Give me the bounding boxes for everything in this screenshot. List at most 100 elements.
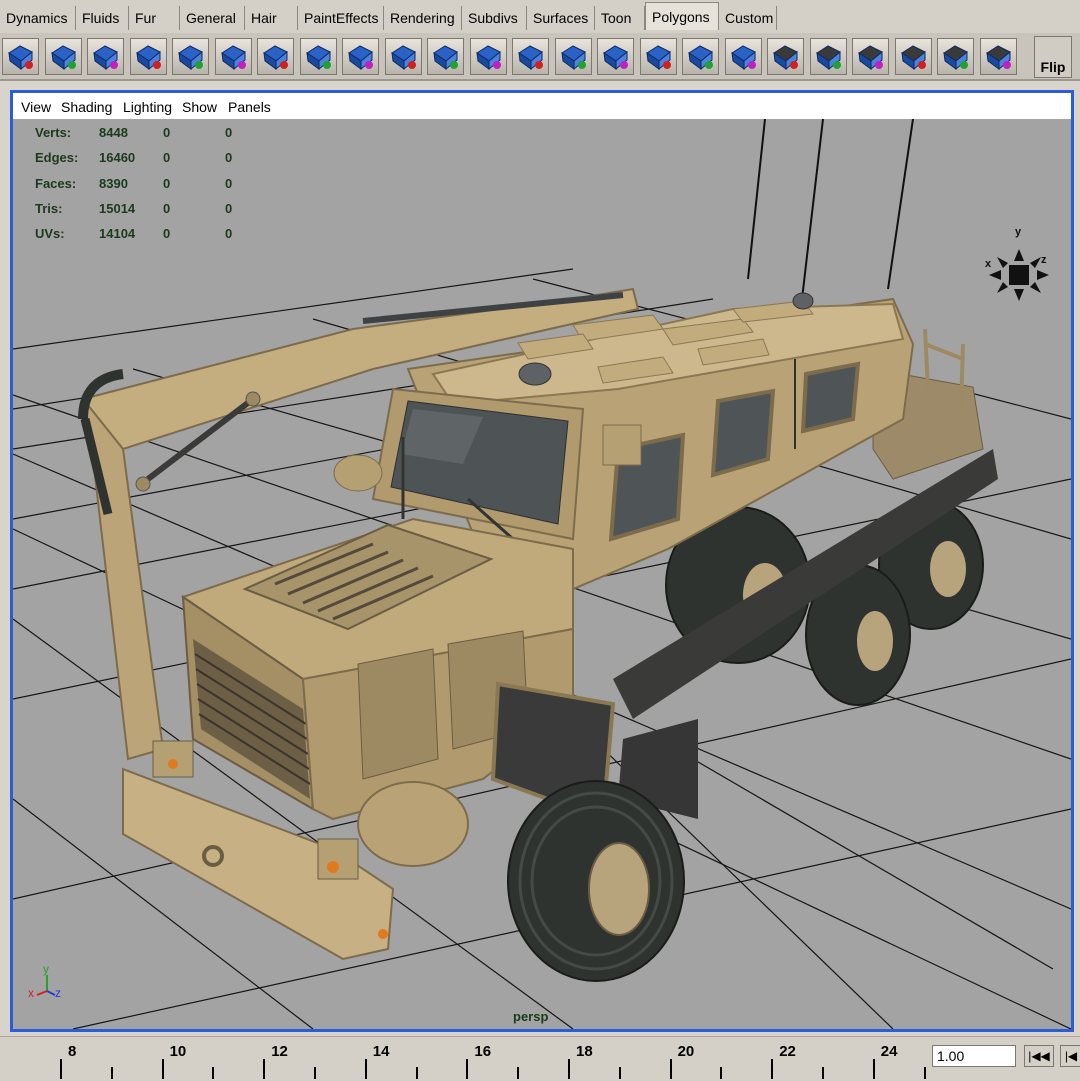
combine-icon[interactable]: [87, 38, 124, 75]
shelf-tab-general[interactable]: General: [180, 6, 245, 30]
shelf-icon-bar: Flip: [0, 33, 1080, 81]
frame-tick: [872, 1059, 875, 1079]
menu-show[interactable]: Show: [182, 99, 217, 115]
cylindrical-map-icon[interactable]: [852, 38, 889, 75]
frame-tick: [568, 1059, 570, 1079]
hud-label: Edges:: [35, 150, 79, 166]
axis-x-label: x: [28, 986, 34, 1000]
frame-number: 20: [677, 1043, 695, 1060]
poke-icon[interactable]: [384, 38, 422, 75]
wedge-icon[interactable]: [342, 38, 379, 75]
hud-value: 15014: [99, 200, 136, 216]
step-back-button[interactable]: |◀: [1060, 1045, 1080, 1067]
extract-icon[interactable]: [44, 38, 82, 75]
move-uv-icon[interactable]: [724, 38, 762, 75]
planar-map-icon[interactable]: [767, 38, 804, 75]
frame-number: 12: [271, 1043, 288, 1060]
frame-number: 18: [576, 1043, 593, 1060]
shelf-tab-toon[interactable]: Toon: [595, 6, 645, 30]
frame-number: 8: [68, 1043, 77, 1060]
hud-label: Faces:: [35, 175, 77, 191]
panel-menu-bar: View Shading Lighting Show Panels: [13, 93, 1071, 119]
menu-view[interactable]: View: [21, 99, 51, 115]
hud-value: 0: [225, 125, 233, 140]
frame-number: 22: [779, 1043, 796, 1060]
shelf-tab-hair[interactable]: Hair: [245, 6, 298, 30]
hud-label: UVs:: [35, 226, 65, 242]
time-slider[interactable]: |◀◀ |◀ 8 10 12 14 16 18 20 22 24: [0, 1036, 1080, 1081]
shelf-tab-polygons[interactable]: Polygons: [645, 2, 719, 30]
axis-gizmo: [36, 975, 56, 996]
smooth-icon[interactable]: [172, 38, 209, 75]
hud-value: 0: [163, 226, 171, 242]
camera-name-label: persp: [513, 1009, 549, 1024]
hud-value: 0: [225, 226, 233, 242]
scene-render[interactable]: y x z y x z: [13, 119, 1071, 1029]
menu-shading[interactable]: Shading: [61, 99, 112, 115]
duplicate-face-icon[interactable]: [427, 38, 464, 75]
frame-tick: [822, 1067, 824, 1079]
sphere-select-icon[interactable]: [2, 38, 39, 75]
frame-tick: [364, 1059, 367, 1079]
uv-snapshot-icon[interactable]: [937, 38, 974, 75]
frame-tick: [110, 1067, 113, 1079]
poly-cube-icon[interactable]: [129, 38, 167, 75]
frame-tick: [314, 1067, 316, 1079]
split-polygon-icon[interactable]: [257, 38, 294, 75]
compass-x-label: x: [985, 258, 992, 270]
axis-y-label: y: [43, 962, 49, 976]
merge-vertices-icon[interactable]: [554, 38, 592, 75]
shelf-tab-fluids[interactable]: Fluids: [76, 6, 129, 30]
shelf-tab-dynamics[interactable]: Dynamics: [0, 6, 76, 30]
extrude-face-icon[interactable]: [214, 38, 252, 75]
hud-label: Verts:: [35, 125, 72, 140]
hud-value: 0: [163, 175, 171, 191]
bevel-icon[interactable]: [299, 38, 337, 75]
frame-tick: [720, 1067, 723, 1079]
hud-value: 8448: [99, 125, 128, 140]
cut-faces-icon[interactable]: [597, 38, 634, 75]
frame-number: 24: [880, 1043, 898, 1060]
frame-tick: [263, 1059, 266, 1079]
view-compass[interactable]: [989, 249, 1049, 301]
menu-panels[interactable]: Panels: [228, 99, 271, 115]
perspective-panel[interactable]: View Shading Lighting Show Panels y x z …: [10, 90, 1074, 1032]
append-polygon-icon[interactable]: [469, 38, 507, 75]
compass-y-label: y: [1015, 226, 1022, 238]
shelf-tab-surfaces[interactable]: Surfaces: [527, 6, 595, 30]
mrap-vehicle-model[interactable]: [78, 287, 998, 982]
spherical-map-icon[interactable]: [894, 38, 932, 75]
frame-tick: [415, 1067, 418, 1079]
automatic-map-icon[interactable]: [809, 38, 847, 75]
hud-value: 0: [163, 150, 171, 166]
frame-number: 14: [372, 1043, 390, 1060]
uv-layout-icon[interactable]: [979, 38, 1017, 75]
hud-label: Tris:: [35, 200, 63, 216]
flip-button[interactable]: Flip: [1034, 36, 1072, 78]
shelf-tab-subdivs[interactable]: Subdivs: [462, 6, 527, 30]
frame-tick: [517, 1067, 520, 1079]
hud-value: 0: [163, 200, 171, 216]
shelf-tab-painteffects[interactable]: PaintEffects: [298, 6, 384, 30]
subdivide-icon[interactable]: [512, 38, 549, 75]
frame-tick: [669, 1059, 672, 1079]
quadrangulate-icon[interactable]: [682, 38, 719, 75]
menu-lighting[interactable]: Lighting: [123, 99, 172, 115]
triangulate-icon[interactable]: [639, 38, 677, 75]
hud-value: 16460: [99, 150, 136, 166]
compass-z-label: z: [1041, 254, 1047, 266]
current-frame-field[interactable]: [932, 1045, 1016, 1067]
viewport-3d[interactable]: y x z y x z Verts: 8448 0 0 Edges: 16460 0 0 Fac…: [13, 119, 1071, 1029]
shelf-tab-custom[interactable]: Custom: [719, 6, 777, 30]
frame-number: 16: [474, 1043, 492, 1060]
shelf-tab-fur[interactable]: Fur: [129, 6, 180, 30]
shelf-tab-rendering[interactable]: Rendering: [384, 6, 462, 30]
axis-z-label: z: [55, 986, 61, 1000]
frame-tick: [466, 1059, 469, 1079]
frame-tick: [923, 1067, 926, 1079]
shelf-tab-bar: Dynamics Fluids Fur General Hair PaintEffects…: [0, 0, 1080, 34]
frame-tick: [60, 1059, 62, 1079]
go-to-start-button[interactable]: |◀◀: [1024, 1045, 1054, 1067]
hud-value: 14104: [99, 226, 136, 242]
frame-tick: [212, 1067, 215, 1079]
